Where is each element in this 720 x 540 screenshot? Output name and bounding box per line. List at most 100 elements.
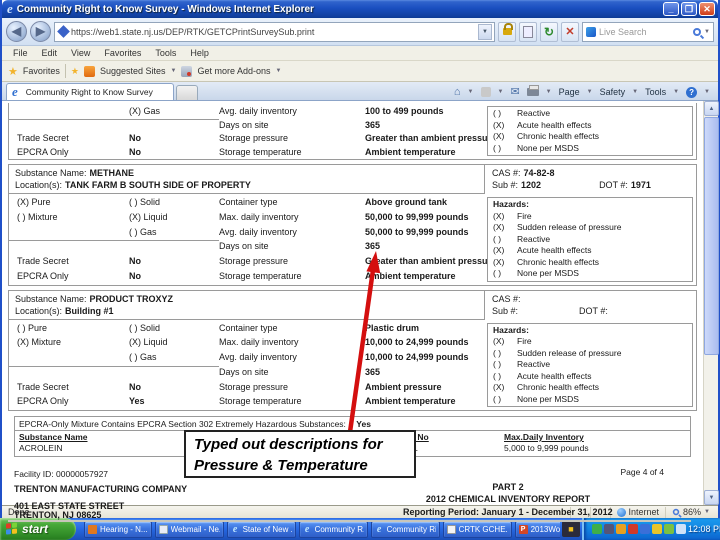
menu-item-view[interactable]: View xyxy=(64,48,97,58)
search-input[interactable]: Live Search ▼ xyxy=(582,21,714,42)
field-cell: Above ground tank xyxy=(365,197,448,207)
address-field[interactable]: https://web1.state.nj.us/DEP/RTK/GETCPri… xyxy=(54,21,495,42)
field-cell xyxy=(9,226,127,241)
help-caret[interactable]: ▼ xyxy=(704,89,710,95)
feeds-caret[interactable]: ▼ xyxy=(498,89,504,95)
print-icon[interactable] xyxy=(526,85,539,96)
hazard-label: Sudden release of pressure xyxy=(517,347,622,358)
field-cell: Max. daily inventory xyxy=(219,211,299,222)
substance-name-label: Substance Name: xyxy=(15,168,87,178)
field-cell xyxy=(127,365,219,381)
field-cell: Plastic drum xyxy=(365,322,420,333)
add-favorite-icon[interactable]: ★ xyxy=(71,66,79,77)
hazard-label: Fire xyxy=(517,210,532,221)
field-cell xyxy=(9,365,127,381)
hazard-label: Reactive xyxy=(517,108,551,118)
close-button[interactable]: ✕ xyxy=(699,2,715,16)
hazard-mark: (X) xyxy=(493,382,505,392)
menu-item-tools[interactable]: Tools xyxy=(148,48,183,58)
field-cell: Container type xyxy=(219,197,278,207)
tools-caret[interactable]: ▼ xyxy=(673,89,679,95)
refresh-button[interactable]: ↻ xyxy=(540,21,558,42)
read-mail-icon[interactable]: ✉ xyxy=(510,86,519,98)
get-addons-button[interactable]: Get more Add-ons xyxy=(197,66,270,76)
report-part-title: PART 2 2012 CHEMICAL INVENTORY REPORT xyxy=(398,481,618,505)
epcra-question-line: EPCRA-Only Mixture Contains EPCRA Sectio… xyxy=(15,417,690,431)
scrollbar-thumb[interactable] xyxy=(704,117,719,355)
field-cell: No xyxy=(129,256,141,266)
minimize-button[interactable]: _ xyxy=(663,2,679,16)
hazard-label: Acute health effects xyxy=(517,370,592,381)
hazards-box: Hazards: (X) Fire (X) Sudden release of pres… xyxy=(487,197,693,282)
safety-caret[interactable]: ▼ xyxy=(632,89,638,95)
menu-item-edit[interactable]: Edit xyxy=(35,48,65,58)
hazard-label: None per MSDS xyxy=(517,268,579,278)
page-caret[interactable]: ▼ xyxy=(587,89,593,95)
hazard-label: Chronic health effects xyxy=(517,256,600,267)
hazard-mark: (X) xyxy=(493,222,505,232)
field-cell: Greater than ambient pressure xyxy=(365,256,487,266)
search-options-caret[interactable]: ▼ xyxy=(704,29,710,35)
hazard-mark: ( ) xyxy=(493,268,502,278)
field-cell xyxy=(127,118,219,133)
browser-window: e Community Right to Know Survey - Windo… xyxy=(0,0,720,522)
address-dropdown[interactable]: ▼ xyxy=(478,23,492,40)
tab-community-right-to-know[interactable]: e Community Right to Know Survey xyxy=(6,83,174,100)
suggested-sites-button[interactable]: Suggested Sites xyxy=(100,66,166,76)
zoom-icon xyxy=(672,508,680,516)
dot-value: 1971 xyxy=(630,180,651,190)
suggested-sites-caret[interactable]: ▼ xyxy=(171,68,177,74)
ie-logo-icon: e xyxy=(7,1,13,16)
menu-item-help[interactable]: Help xyxy=(183,48,216,58)
page-content: (X) Gas Avg. daily inventory 100 to 499 po… xyxy=(2,101,719,522)
search-magnifier-icon[interactable] xyxy=(693,27,702,36)
home-caret[interactable]: ▼ xyxy=(468,89,474,95)
vertical-scrollbar[interactable]: ▲ ▼ xyxy=(703,101,719,505)
field-cell: (X) Pure xyxy=(17,197,51,207)
field-cell: Avg. daily inventory xyxy=(219,106,297,116)
title-bar: e Community Right to Know Survey - Windo… xyxy=(2,0,718,18)
navigation-bar: ◀ ▶ https://web1.state.nj.us/DEP/RTK/GET… xyxy=(2,18,718,46)
scroll-down-button[interactable]: ▼ xyxy=(704,490,719,505)
reporting-period: Reporting Period: January 1 - December 3… xyxy=(403,507,613,517)
new-tab-button[interactable] xyxy=(176,85,198,100)
field-cell xyxy=(9,118,127,133)
hazard-label: Acute health effects xyxy=(517,119,592,130)
field-cell: No xyxy=(129,381,141,392)
tools-menu[interactable]: Tools xyxy=(645,87,666,97)
sub-number: Sub #: 1202 xyxy=(492,179,541,191)
get-addons-caret[interactable]: ▼ xyxy=(276,68,282,74)
scroll-up-button[interactable]: ▲ xyxy=(704,101,719,116)
zoom-caret[interactable]: ▼ xyxy=(704,509,710,515)
restore-button[interactable]: ❐ xyxy=(681,2,697,16)
forward-button[interactable]: ▶ xyxy=(30,21,51,42)
sub-dot-line: Sub #: 1202 DOT #: 1971 xyxy=(492,179,696,191)
print-caret[interactable]: ▼ xyxy=(546,89,552,95)
dot-number: DOT #: 1971 xyxy=(599,179,651,191)
field-cell: Greater than ambient pressure xyxy=(365,133,487,143)
hazard-item: (X) Fire xyxy=(493,336,687,348)
field-cell: Storage pressure xyxy=(219,256,289,266)
safety-menu[interactable]: Safety xyxy=(600,87,626,97)
feeds-icon[interactable] xyxy=(480,87,491,97)
field-cell: Ambient temperature xyxy=(365,146,456,157)
home-icon[interactable]: ⌂ xyxy=(454,86,461,98)
menu-item-file[interactable]: File xyxy=(6,48,35,58)
help-icon[interactable]: ? xyxy=(686,86,698,98)
field-cell: 365 xyxy=(365,366,381,377)
back-button[interactable]: ◀ xyxy=(6,21,27,42)
menu-item-favorites[interactable]: Favorites xyxy=(97,48,148,58)
favorites-button[interactable]: Favorites xyxy=(23,66,60,76)
page-menu[interactable]: Page xyxy=(559,87,580,97)
stop-button[interactable]: ✕ xyxy=(561,21,579,42)
field-cell: Yes xyxy=(129,396,145,407)
substance-section: Substance Name: PRODUCT TROXYZ Location(s)… xyxy=(8,289,697,411)
cas-label: CAS #: xyxy=(492,168,521,178)
field-cell: EPCRA Only xyxy=(17,146,69,157)
hazard-mark: ( ) xyxy=(493,108,502,118)
field-cell: 50,000 to 99,999 pounds xyxy=(365,226,469,237)
field-cell: Ambient temperature xyxy=(365,396,456,407)
hazard-item: (X) Acute health effects xyxy=(493,120,687,132)
field-cell: 10,000 to 24,999 pounds xyxy=(365,352,469,362)
compatibility-view-button[interactable] xyxy=(519,21,537,42)
